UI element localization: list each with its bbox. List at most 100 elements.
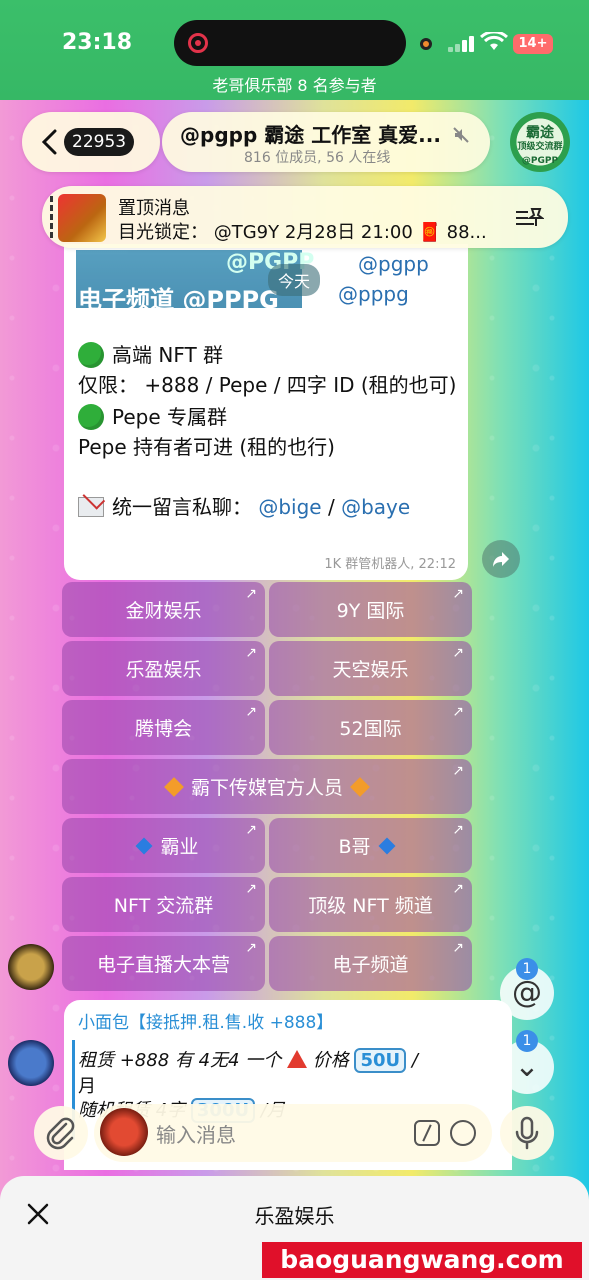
kb-button[interactable]: 天空娱乐 ↗ [269, 641, 472, 696]
message-line: 租赁 +888 有 4无4 一个 价格 50U / [78, 1046, 418, 1073]
external-link-icon: ↗ [245, 881, 257, 897]
group-avatar[interactable]: 霸途 顶级交流群 @PGPP [510, 112, 570, 172]
contact-link[interactable]: @baye [341, 495, 410, 519]
mention-link[interactable]: @pgpp [358, 252, 429, 276]
kb-button[interactable]: 9Y 国际 ↗ [269, 582, 472, 637]
kb-button-label: 天空娱乐 [332, 659, 409, 681]
kb-button-label: 霸下传媒官方人员 [190, 777, 343, 799]
avatar-text: 霸途 [526, 125, 554, 141]
blue-diamond-icon [135, 837, 153, 854]
microphone-icon [515, 1116, 539, 1150]
kb-button[interactable]: NFT 交流群 ↗ [62, 877, 265, 932]
pinned-thumbnail [58, 194, 106, 242]
external-link-icon: ↗ [452, 822, 464, 838]
at-icon: @ [512, 975, 542, 1010]
line-text: 仅限： +888 / Pepe / 四字 ID (租的也可) [78, 373, 457, 397]
pinned-indicator [50, 196, 53, 238]
inline-keyboard: 金财娱乐 ↗ 9Y 国际 ↗ 乐盈娱乐 ↗ 天空娱乐 ↗ 腾博会 ↗ 52国际 ↗ 霸下传媒… [62, 582, 472, 995]
pinned-label: 置顶消息 [118, 198, 190, 219]
banner-title: 电子频道 @PPPG [78, 286, 279, 314]
mentions-badge: 1 [516, 958, 538, 980]
kb-button-label: B哥 [338, 836, 371, 858]
contact-label: 统一留言私聊： [112, 495, 259, 519]
line-text: Pepe 专属群 [112, 405, 228, 429]
share-button[interactable] [482, 540, 520, 578]
kb-button[interactable]: 电子直播大本营 ↗ [62, 936, 265, 991]
message-line: 月 [78, 1076, 96, 1097]
sender-avatar[interactable] [8, 944, 54, 990]
external-link-icon: ↗ [452, 940, 464, 956]
sender-avatar[interactable] [8, 1040, 54, 1086]
date-chip: 今天 [268, 264, 321, 296]
status-bar: 23:18 14+ 老哥俱乐部 8 名参与者 [0, 0, 589, 100]
pin-list-icon[interactable] [514, 206, 544, 230]
envelope-icon [78, 497, 104, 517]
voice-button[interactable] [500, 1106, 554, 1160]
external-link-icon: ↗ [245, 704, 257, 720]
message-input[interactable]: 输入消息 [94, 1104, 492, 1162]
pinned-message-bar[interactable]: 置顶消息 目光锁定： @TG9Y 2月28日 21:00 🧧 88... [42, 186, 568, 248]
kb-button-label: 腾博会 [134, 718, 192, 740]
recording-icon [188, 33, 208, 53]
kb-button-label: 52国际 [339, 718, 402, 740]
orange-diamond-icon [164, 776, 184, 797]
attach-button[interactable] [34, 1106, 88, 1160]
orange-diamond-icon [350, 776, 370, 797]
external-link-icon: ↗ [452, 763, 464, 779]
input-placeholder: 输入消息 [156, 1123, 236, 1147]
chat-title: @pgpp 霸途 工作室 真爱... [180, 123, 441, 147]
sheet-title: 乐盈娱乐 [254, 1204, 335, 1228]
line-text: 高端 NFT 群 [112, 343, 224, 367]
chat-title-bar[interactable]: @pgpp 霸途 工作室 真爱... 816 位成员, 56 人在线 [162, 112, 490, 172]
warning-icon [286, 1050, 307, 1068]
kb-button[interactable]: B哥 ↗ [269, 818, 472, 873]
price-tag: 50U [354, 1048, 407, 1073]
kb-button[interactable]: 金财娱乐 ↗ [62, 582, 265, 637]
message-text: 高端 NFT 群 仅限： +888 / Pepe / 四字 ID (租的也可) … [78, 340, 458, 522]
contact-line: 统一留言私聊： @bige / @baye [78, 492, 458, 522]
wifi-icon [480, 32, 508, 50]
kb-button[interactable]: 电子频道 ↗ [269, 936, 472, 991]
line-text: 价格 [312, 1050, 355, 1071]
message-bubble[interactable]: @PGPP 电子频道 @PPPG 今天 @pgpp @pppg 高端 NFT 群… [64, 244, 468, 580]
external-link-icon: ↗ [452, 881, 464, 897]
kb-button-label: 顶级 NFT 频道 [308, 895, 433, 917]
kb-button[interactable]: 52国际 ↗ [269, 700, 472, 755]
avatar-subtext: 顶级交流群 [517, 142, 563, 152]
kb-button[interactable]: 顶级 NFT 频道 ↗ [269, 877, 472, 932]
external-link-icon: ↗ [245, 940, 257, 956]
screen: 23:18 14+ 老哥俱乐部 8 名参与者 22953 @pgpp 霸途 工作… [0, 0, 589, 1280]
line-text: 租赁 +888 有 4无4 一个 [78, 1050, 282, 1071]
back-button[interactable]: 22953 [22, 112, 160, 172]
chevron-left-icon [41, 129, 57, 155]
share-icon [493, 552, 509, 567]
kb-button[interactable]: 乐盈娱乐 ↗ [62, 641, 265, 696]
watermark: baoguangwang.com [262, 1242, 582, 1278]
clock: 23:18 [62, 30, 133, 55]
group-subtitle: 老哥俱乐部 8 名参与者 [212, 76, 377, 95]
green-circle-icon [78, 342, 104, 368]
battery-indicator: 14+ [513, 34, 553, 54]
commands-icon[interactable] [414, 1120, 440, 1146]
external-link-icon: ↗ [452, 586, 464, 602]
signal-icon [448, 36, 476, 52]
unread-count-badge: 22953 [64, 128, 135, 156]
kb-button-label: 霸业 [160, 836, 199, 858]
paperclip-icon [46, 1117, 75, 1150]
chevron-down-icon: ⌄ [514, 1049, 540, 1084]
kb-button[interactable]: 霸下传媒官方人员 ↗ [62, 759, 472, 814]
sticker-icon[interactable] [450, 1120, 476, 1146]
mention-link[interactable]: @pppg [338, 282, 409, 306]
kb-button[interactable]: 腾博会 ↗ [62, 700, 265, 755]
green-circle-icon [78, 404, 104, 430]
external-link-icon: ↗ [245, 822, 257, 838]
unread-badge: 1 [516, 1030, 538, 1052]
line-item: 高端 NFT 群 [78, 340, 458, 370]
line-text: Pepe 持有者可进 (租的也行) [78, 435, 335, 459]
separator: / [321, 495, 342, 519]
kb-button-label: 9Y 国际 [336, 600, 405, 622]
member-count: 816 位成员, 56 人在线 [244, 150, 391, 166]
contact-link[interactable]: @bige [258, 495, 321, 519]
message-meta: 1K 群管机器人, 22:12 [324, 557, 456, 572]
kb-button[interactable]: 霸业 ↗ [62, 818, 265, 873]
